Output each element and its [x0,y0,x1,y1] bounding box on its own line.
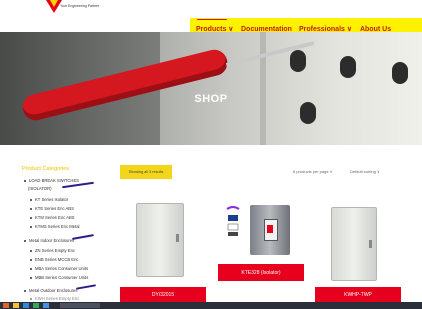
sidebar-title: Product Categories [22,166,70,172]
category-label: Metal Outdoor Enclosures [29,288,78,293]
isolator-handle [267,225,273,233]
folder-icon[interactable] [13,303,19,308]
bullet [30,216,32,219]
active-nav-indicator [197,19,227,20]
product-title[interactable]: KWHP-TWP [315,287,401,302]
cabinet-latch [176,234,179,242]
category-label: KWH Series Empty Enc [35,296,80,301]
category-ktm-series[interactable]: KTM Series Enc ABS [30,215,75,220]
product-title[interactable]: KTE328 (Isolator) [218,264,304,281]
category-label: KTMS Series Enc Metal [35,224,80,229]
breaker-terminal [290,50,306,72]
bullet [30,258,32,261]
bullet [30,297,32,300]
category-ktms-series[interactable]: KTMS Series Enc Metal [30,224,79,229]
bullet [30,276,32,279]
category-load-break-switches[interactable]: LOAD BREAK SWITCHES [24,178,79,183]
category-kwh-series[interactable]: KWH Series Empty Enc [30,296,79,301]
bullet [30,225,32,228]
product-image-outdoor-enclosure[interactable] [331,207,377,281]
app-icon[interactable] [43,303,49,308]
breaker-terminal [392,62,408,84]
bullet [30,267,32,270]
category-mba-series[interactable]: MBA Series Consumer Units [30,266,88,271]
browser-icon[interactable] [23,303,29,308]
cabinet-latch [369,240,372,248]
results-count-badge: Showing all 3 results [120,165,172,179]
category-mbb-series[interactable]: MBB Series Consumer Units [30,275,88,280]
category-zn-series[interactable]: ZN Series Empty Enc [30,248,75,253]
page-title: SHOP [194,93,228,105]
category-label: MBA Series Consumer Units [35,266,89,271]
product-image-isolator[interactable] [250,205,290,255]
din-rail [260,32,266,145]
certification-icons [226,206,240,236]
hero-banner: SHOP [0,32,422,145]
bullet [24,179,26,182]
category-isolator[interactable]: (ISOLATOR) [28,186,52,191]
sorting-select[interactable]: Default sorting ∨ [350,169,380,174]
annotation-underline [75,284,97,290]
breaker-terminal [340,56,356,78]
category-label: KT Series Isolator [35,197,69,202]
start-icon[interactable] [3,303,9,308]
category-kte-series[interactable]: KTE Series Enc ABS [30,206,74,211]
category-kt-series[interactable]: KT Series Isolator [30,197,68,202]
category-label: LOAD BREAK SWITCHES [29,178,80,183]
bullet [30,198,32,201]
breaker-terminal [300,102,316,124]
product-badge-stack [226,205,240,237]
category-label: (ISOLATOR) [28,186,52,191]
category-label: KTM Series Enc ABS [35,215,75,220]
product-title[interactable]: DY/32015 [120,287,206,302]
bullet [24,289,26,292]
product-image-enclosure[interactable] [136,203,184,277]
category-label: ZN Series Empty Enc [35,248,76,253]
category-metal-outdoor[interactable]: Metal Outdoor Enclosures [24,288,77,293]
category-label: Metal Indoor Enclosures [29,238,75,243]
bullet [24,239,26,242]
bullet [30,207,32,210]
category-enb-series[interactable]: ENB Series MCCB Enc [30,257,79,262]
annotation-underline [71,234,95,240]
category-label: KTE Series Enc ABS [35,206,74,211]
taskbar-window-button[interactable] [60,303,100,308]
category-metal-indoor[interactable]: Metal Indoor Enclosures [24,238,74,243]
app-icon[interactable] [33,303,39,308]
bullet [30,249,32,252]
per-page-select[interactable]: 8 products per page ∨ [293,169,333,174]
site-tagline: Your Engineering Partner [60,4,100,8]
category-label: MBB Series Consumer Units [35,275,89,280]
category-label: ENB Series MCCB Enc [35,257,79,262]
